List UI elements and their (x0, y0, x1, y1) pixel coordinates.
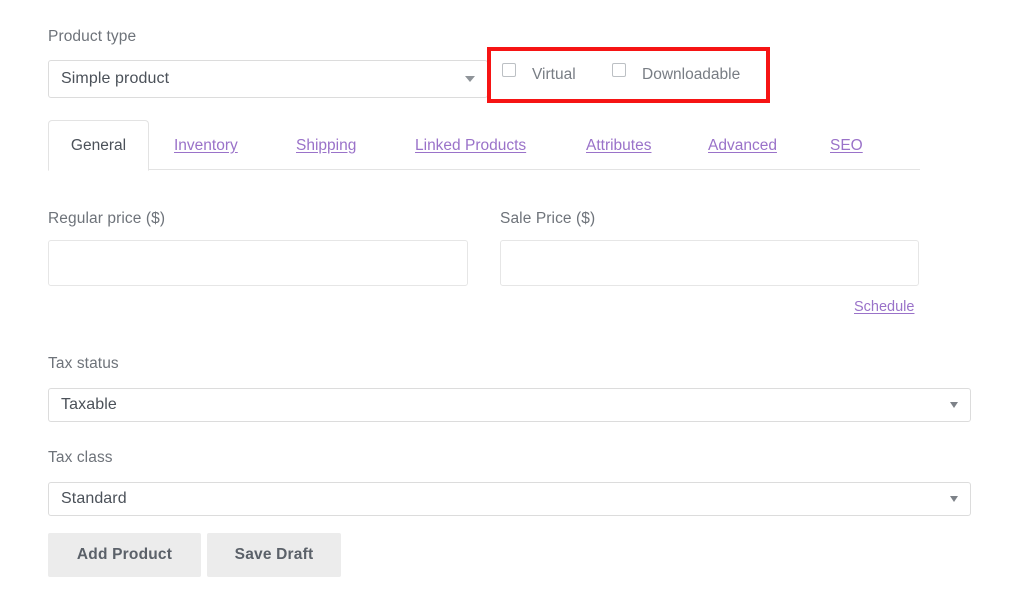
schedule-sale-link[interactable]: Schedule (854, 299, 914, 315)
downloadable-checkbox-group[interactable]: Downloadable (612, 63, 741, 84)
product-type-label: Product type (48, 28, 137, 45)
virtual-checkbox-label: Virtual (532, 66, 576, 83)
tab-advanced[interactable]: Advanced (708, 120, 777, 171)
downloadable-checkbox[interactable] (612, 63, 626, 77)
tax-class-select[interactable]: Standard (48, 482, 971, 516)
tax-class-value: Standard (61, 490, 127, 507)
sale-price-label: Sale Price ($) (500, 210, 596, 227)
tax-status-select[interactable]: Taxable (48, 388, 971, 422)
product-data-panel: Product type Simple product Virtual Down… (0, 0, 1024, 615)
tab-shipping[interactable]: Shipping (296, 120, 356, 171)
tab-seo[interactable]: SEO (830, 120, 863, 171)
chevron-down-icon (950, 496, 958, 502)
tax-status-label: Tax status (48, 355, 119, 372)
regular-price-label: Regular price ($) (48, 210, 166, 227)
tab-linked-products[interactable]: Linked Products (415, 120, 526, 171)
sale-price-input[interactable] (500, 240, 919, 286)
chevron-down-icon (950, 402, 958, 408)
tab-inventory[interactable]: Inventory (174, 120, 238, 171)
chevron-down-icon (465, 76, 475, 82)
tax-class-label: Tax class (48, 449, 113, 466)
save-draft-button[interactable]: Save Draft (207, 533, 341, 577)
regular-price-input[interactable] (48, 240, 468, 286)
tab-general[interactable]: General (48, 120, 149, 171)
add-product-button[interactable]: Add Product (48, 533, 201, 577)
tab-attributes[interactable]: Attributes (586, 120, 651, 171)
product-type-select[interactable]: Simple product (48, 60, 488, 98)
product-data-tabs: General Inventory Shipping Linked Produc… (48, 120, 920, 171)
product-type-value: Simple product (61, 70, 170, 87)
virtual-checkbox-group[interactable]: Virtual (502, 63, 576, 84)
tax-status-value: Taxable (61, 396, 117, 413)
virtual-checkbox[interactable] (502, 63, 516, 77)
downloadable-checkbox-label: Downloadable (642, 66, 741, 83)
